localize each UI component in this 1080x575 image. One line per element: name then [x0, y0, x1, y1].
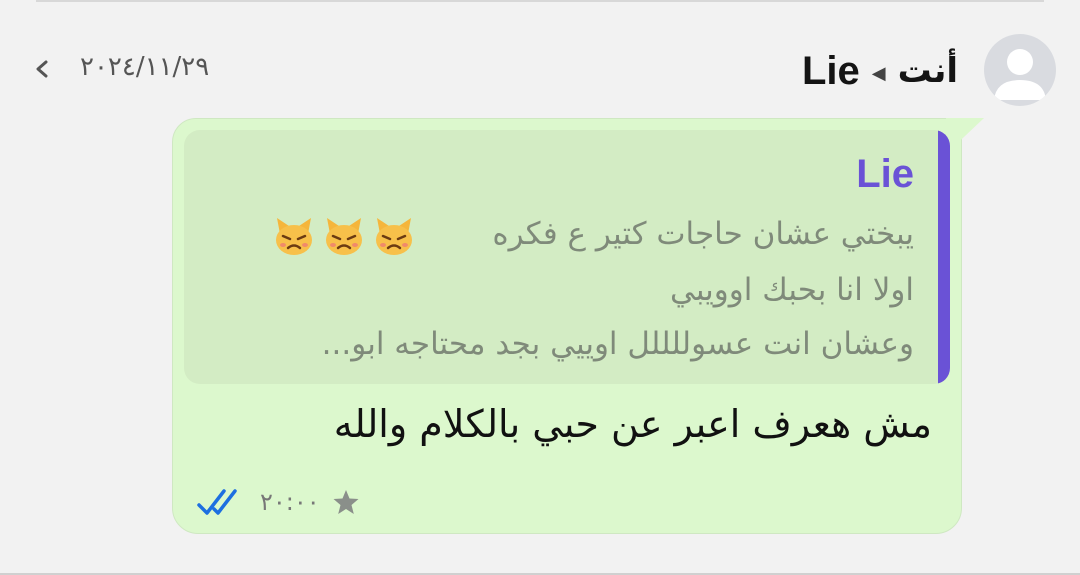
- sender-recipient: Lie ◀ أنت: [802, 46, 958, 96]
- quote-line-3: وعشان انت عسوللللل اوييي بجد محتاجه ابو.…: [321, 326, 914, 362]
- cat-face-icon: [376, 218, 412, 255]
- quote-line-2: اولا انا بحبك اوويبي: [669, 272, 914, 308]
- sender-label: أنت: [897, 51, 958, 91]
- quote-accent-bar: [938, 130, 950, 384]
- cat-face-icon: [276, 218, 312, 255]
- emoji-row: [272, 214, 416, 258]
- bubble-tail: [946, 118, 984, 154]
- avatar[interactable]: [984, 34, 1056, 106]
- cat-face-icon: [326, 218, 362, 255]
- top-divider: [36, 0, 1044, 2]
- double-check-icon: [197, 489, 237, 515]
- chevron-left-icon[interactable]: [30, 54, 54, 84]
- quote-line-1: يبختي عشان حاجات كتير ع فكره: [492, 216, 914, 252]
- star-icon: [333, 490, 359, 514]
- message-text: مش هعرف اعبر عن حبي بالكلام والله: [333, 402, 932, 446]
- quote-author: Lie: [856, 152, 914, 196]
- message-date: ٢٠٢٤/١١/٢٩: [80, 52, 210, 82]
- message-time: ٢٠:٠٠: [260, 488, 320, 516]
- recipient-name: Lie: [801, 48, 860, 93]
- message-header: ٢٠٢٤/١١/٢٩ Lie ◀ أنت: [0, 30, 1080, 110]
- arrow-left-icon: ◀: [871, 62, 886, 84]
- user-silhouette-icon: [994, 49, 1046, 100]
- quoted-message[interactable]: Lie يبختي عشان حاجات كتير ع فكره اولا ان…: [184, 130, 950, 384]
- message-meta: ٢٠:٠٠: [196, 482, 360, 522]
